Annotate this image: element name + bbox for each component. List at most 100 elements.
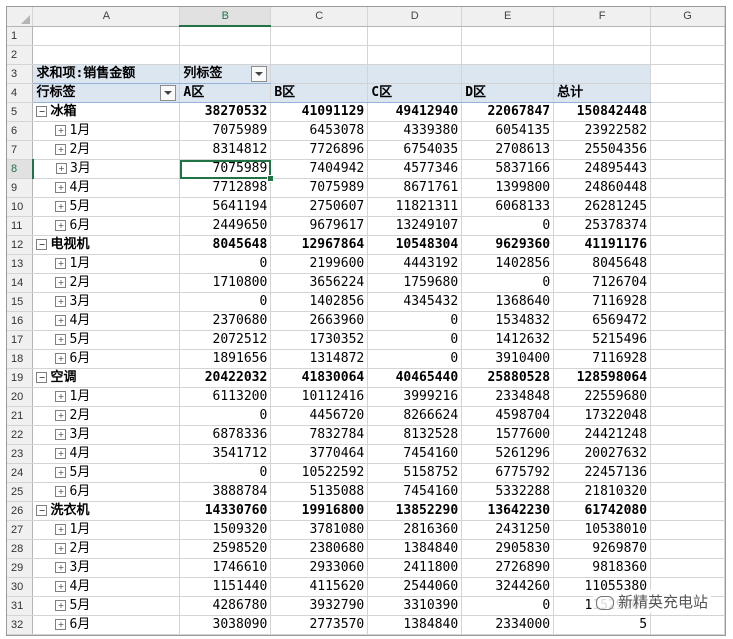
cell[interactable] [650, 406, 725, 426]
cell[interactable] [650, 539, 725, 559]
value-cell[interactable]: 5641194 [179, 197, 272, 217]
value-cell[interactable]: 8045648 [553, 254, 652, 274]
value-cell[interactable]: 7454160 [367, 444, 463, 464]
row-header-20[interactable]: 20 [7, 387, 34, 407]
value-cell[interactable]: 5 [553, 615, 652, 635]
value-cell[interactable]: 1402856 [270, 292, 369, 312]
row-header-28[interactable]: 28 [7, 539, 34, 559]
group-total-cell[interactable]: 13642230 [461, 501, 555, 521]
value-cell[interactable]: 26281245 [553, 197, 652, 217]
month-row-label[interactable]: +2月 [32, 539, 181, 559]
group-total-cell[interactable]: 8045648 [179, 235, 272, 255]
value-cell[interactable]: 2598520 [179, 539, 272, 559]
group-total-cell[interactable]: 38270532 [179, 102, 272, 122]
row-header-27[interactable]: 27 [7, 520, 34, 540]
row-header-22[interactable]: 22 [7, 425, 34, 445]
month-row-label[interactable]: +3月 [32, 558, 181, 578]
value-cell[interactable]: 1534832 [461, 311, 555, 331]
cell[interactable] [553, 64, 652, 84]
value-cell[interactable]: 10522592 [270, 463, 369, 483]
collapse-minus-icon[interactable]: − [36, 372, 48, 383]
value-cell[interactable]: 1384840 [367, 539, 463, 559]
month-row-label[interactable]: +6月 [32, 216, 181, 236]
row-header-23[interactable]: 23 [7, 444, 34, 464]
month-row-label[interactable]: +1月 [32, 121, 181, 141]
value-cell[interactable]: 10538010 [553, 520, 652, 540]
expand-plus-icon[interactable]: + [55, 448, 67, 459]
month-row-label[interactable]: +5月 [32, 330, 181, 350]
value-cell[interactable]: 0 [179, 292, 272, 312]
month-row-label[interactable]: +3月 [32, 425, 181, 445]
row-header-18[interactable]: 18 [7, 349, 34, 369]
row-filter-dropdown-icon[interactable] [160, 85, 177, 101]
value-cell[interactable]: 25378374 [553, 216, 652, 236]
value-cell[interactable]: 0 [179, 463, 272, 483]
row-header-31[interactable]: 31 [7, 596, 34, 616]
value-cell[interactable]: 7404942 [270, 159, 369, 179]
month-row-label[interactable]: +6月 [32, 349, 181, 369]
group-total-cell[interactable]: 49412940 [367, 102, 463, 122]
row-header-19[interactable]: 19 [7, 368, 34, 388]
month-row-label[interactable]: +2月 [32, 406, 181, 426]
column-header-d[interactable]: D [367, 7, 463, 27]
expand-plus-icon[interactable]: + [55, 486, 67, 497]
value-cell[interactable]: 7454160 [367, 482, 463, 502]
month-row-label[interactable]: +4月 [32, 444, 181, 464]
value-cell[interactable]: 4456720 [270, 406, 369, 426]
value-cell[interactable]: 0 [367, 349, 463, 369]
value-cell[interactable]: 5837166 [461, 159, 555, 179]
month-row-label[interactable]: +3月 [32, 292, 181, 312]
value-cell[interactable]: 13249107 [367, 216, 463, 236]
value-cell[interactable]: 7075989 [179, 121, 272, 141]
cell[interactable] [650, 615, 725, 635]
group-total-cell[interactable]: 61742080 [553, 501, 652, 521]
value-cell[interactable]: 22457136 [553, 463, 652, 483]
value-cell[interactable]: 9269870 [553, 539, 652, 559]
group-total-cell[interactable]: 128598064 [553, 368, 652, 388]
pivot-column-labels[interactable]: 列标签 [179, 64, 272, 84]
value-cell[interactable]: 8132528 [367, 425, 463, 445]
pivot-col-header[interactable]: C区 [367, 83, 463, 103]
cell[interactable] [650, 330, 725, 350]
collapse-minus-icon[interactable]: − [36, 239, 48, 250]
expand-plus-icon[interactable]: + [55, 353, 67, 364]
value-cell[interactable]: 5261296 [461, 444, 555, 464]
group-total-cell[interactable]: 12967864 [270, 235, 369, 255]
expand-plus-icon[interactable]: + [55, 600, 67, 611]
value-cell[interactable]: 2449650 [179, 216, 272, 236]
cell[interactable] [270, 45, 369, 65]
row-header-11[interactable]: 11 [7, 216, 34, 236]
expand-plus-icon[interactable]: + [55, 220, 67, 231]
cell[interactable] [650, 102, 725, 122]
value-cell[interactable]: 2905830 [461, 539, 555, 559]
row-header-5[interactable]: 5 [7, 102, 34, 122]
cell[interactable] [650, 425, 725, 445]
cell[interactable] [461, 26, 555, 46]
value-cell[interactable]: 7726896 [270, 140, 369, 160]
value-cell[interactable]: 1399800 [461, 178, 555, 198]
group-total-cell[interactable]: 10548304 [367, 235, 463, 255]
month-row-label[interactable]: +4月 [32, 178, 181, 198]
row-header-7[interactable]: 7 [7, 140, 34, 160]
value-cell[interactable]: 2708613 [461, 140, 555, 160]
column-header-e[interactable]: E [461, 7, 555, 27]
expand-plus-icon[interactable]: + [55, 163, 67, 174]
value-cell[interactable]: 1759680 [367, 273, 463, 293]
row-header-29[interactable]: 29 [7, 558, 34, 578]
cell[interactable] [461, 45, 555, 65]
month-row-label[interactable]: +1月 [32, 254, 181, 274]
value-cell[interactable]: 25504356 [553, 140, 652, 160]
cell[interactable] [32, 45, 181, 65]
expand-plus-icon[interactable]: + [55, 467, 67, 478]
expand-plus-icon[interactable]: + [55, 562, 67, 573]
cell[interactable] [553, 45, 652, 65]
value-cell[interactable]: 4339380 [367, 121, 463, 141]
value-cell[interactable]: 0 [461, 273, 555, 293]
value-cell[interactable]: 6878336 [179, 425, 272, 445]
value-cell[interactable]: 7712898 [179, 178, 272, 198]
value-cell[interactable]: 2750607 [270, 197, 369, 217]
group-total-cell[interactable]: 150842448 [553, 102, 652, 122]
select-all-corner[interactable] [7, 7, 34, 27]
row-header-33[interactable]: 33 [7, 634, 34, 635]
value-cell[interactable]: 6569472 [553, 311, 652, 331]
